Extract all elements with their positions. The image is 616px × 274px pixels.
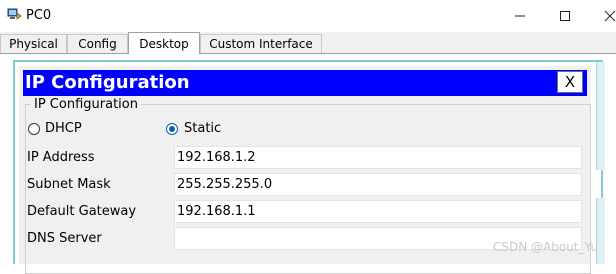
subnet-mask-label: Subnet Mask [27, 177, 111, 192]
dhcp-radio[interactable] [28, 123, 40, 135]
tab-physical[interactable]: Physical [0, 34, 67, 53]
window-title: PC0 [26, 8, 52, 23]
minimize-icon [515, 15, 525, 17]
pc-app-icon [7, 8, 22, 20]
tab-config[interactable]: Config [67, 34, 128, 53]
static-radio[interactable] [166, 123, 178, 135]
dhcp-radio-label[interactable]: DHCP [45, 121, 82, 137]
dns-server-label: DNS Server [27, 231, 102, 246]
frame-side-strip-lower [596, 198, 605, 264]
ip-address-label: IP Address [27, 150, 95, 165]
close-icon [604, 10, 616, 22]
ip-config-group-label: IP Configuration [31, 97, 141, 113]
ip-config-header: IP Configuration [23, 70, 587, 96]
ip-address-input[interactable] [174, 146, 582, 169]
tab-desktop[interactable]: Desktop [128, 32, 200, 54]
default-gateway-input[interactable] [174, 200, 582, 223]
subnet-mask-input[interactable] [174, 173, 582, 196]
frame-side-strip [596, 62, 605, 170]
ip-config-title: IP Configuration [25, 72, 190, 93]
minimize-button[interactable] [498, 0, 542, 32]
tab-bar: Physical Config Desktop Custom Interface [0, 32, 616, 54]
static-radio-label[interactable]: Static [184, 121, 221, 137]
maximize-button[interactable] [543, 0, 587, 32]
tab-custom-interface[interactable]: Custom Interface [200, 34, 322, 53]
ip-configuration-window: IP Configuration X IP Configuration DHCP… [19, 66, 591, 274]
maximize-icon [560, 11, 570, 21]
window-close-button[interactable] [588, 0, 616, 32]
default-gateway-label: Default Gateway [27, 204, 137, 219]
title-bar: PC0 [0, 0, 616, 32]
ip-config-close-button[interactable]: X [557, 71, 583, 93]
watermark: CSDN @About_Yu [493, 240, 599, 254]
